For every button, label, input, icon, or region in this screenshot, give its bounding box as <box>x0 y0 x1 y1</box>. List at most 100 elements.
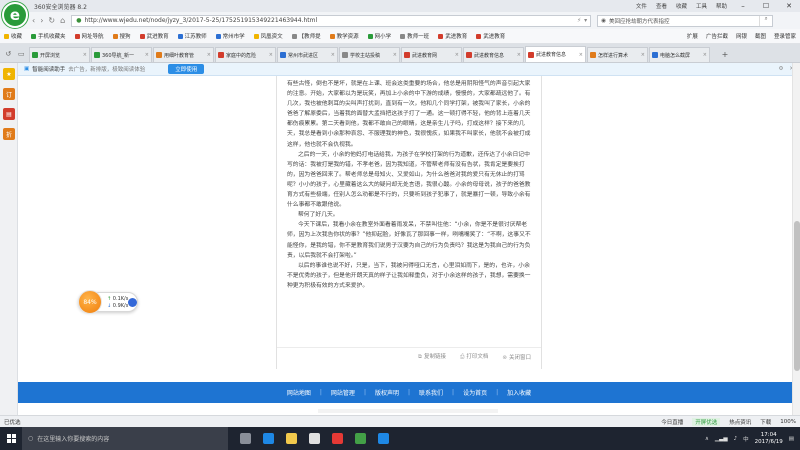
notification-icon[interactable]: ▤ <box>789 436 794 442</box>
360-browser-icon[interactable] <box>355 433 366 444</box>
tab-active[interactable]: 武进教育信息 × <box>525 46 586 62</box>
close-icon[interactable]: ✕ <box>782 2 796 10</box>
tab-close-icon[interactable]: × <box>703 52 707 58</box>
back-icon[interactable]: ‹ <box>32 16 35 25</box>
fav-item[interactable]: 网址导航 <box>74 32 104 40</box>
tab-close-icon[interactable]: × <box>517 52 521 58</box>
edge-icon[interactable] <box>263 433 274 444</box>
fav-item[interactable]: 教师一班 <box>400 32 429 40</box>
menu-file[interactable]: 文件 <box>636 2 647 10</box>
tab[interactable]: 学校主站投稿 × <box>339 47 400 62</box>
scrollbar-thumb[interactable] <box>794 221 800 371</box>
tab[interactable]: 家庭中的危险 × <box>215 47 276 62</box>
bank-button[interactable]: 网银 <box>736 32 747 40</box>
tab[interactable]: 常州市武进区 × <box>277 47 338 62</box>
tab-close-icon[interactable]: × <box>641 52 645 58</box>
menu-tools[interactable]: 工具 <box>696 2 707 10</box>
app-icon[interactable] <box>332 433 343 444</box>
volume-icon[interactable]: ♪ <box>734 436 738 442</box>
menu-help[interactable]: 帮助 <box>716 2 727 10</box>
clock[interactable]: 17:04 2017/6/19 <box>755 432 783 446</box>
zoom-level[interactable]: 100% <box>780 419 796 425</box>
task-view-icon[interactable] <box>240 433 251 444</box>
tab-restore-icon[interactable]: ↺ <box>5 50 11 58</box>
tab-list-icon[interactable]: ▭ <box>18 50 25 58</box>
tab[interactable]: 电脑怎么截屏 × <box>649 47 710 62</box>
scrollbar[interactable] <box>792 63 800 415</box>
tab[interactable]: 开屏浏览 × <box>29 47 90 62</box>
tab-close-icon[interactable]: × <box>579 52 583 58</box>
taskbar-search[interactable]: ○ 在这里输入你要搜索的内容 <box>22 427 228 450</box>
boost-icon[interactable] <box>128 298 137 307</box>
tab-close-icon[interactable]: × <box>207 52 211 58</box>
favorites-star-icon[interactable]: ★ <box>3 68 15 80</box>
photos-icon[interactable] <box>378 433 389 444</box>
start-button[interactable] <box>0 427 22 450</box>
kaiping-button[interactable]: 开屏优选 <box>692 417 721 426</box>
tab[interactable]: 360导航_新一 × <box>91 47 152 62</box>
tab-close-icon[interactable]: × <box>83 52 87 58</box>
browser-logo-icon[interactable]: e <box>2 2 28 28</box>
use-now-button[interactable]: 立即使用 <box>168 64 205 74</box>
network-icon[interactable]: ▁▃▅ <box>715 436 728 442</box>
extensions-button[interactable]: 扩展 <box>687 32 698 40</box>
explorer-icon[interactable] <box>286 433 297 444</box>
live-button[interactable]: 今日直播 <box>661 418 683 426</box>
menu-favorites[interactable]: 收藏 <box>676 2 687 10</box>
news-icon[interactable]: 订 <box>3 88 15 100</box>
close-window-button[interactable]: ⊗ 关闭窗口 <box>502 353 531 361</box>
tab[interactable]: 用细叶教育管 × <box>153 47 214 62</box>
compat-mode-icon[interactable]: ⚡ <box>577 17 581 24</box>
fav-item[interactable]: 武进教育 <box>476 32 505 40</box>
footer-link[interactable]: 加入收藏 <box>507 388 531 397</box>
search-engine-icon[interactable]: ◉ <box>601 18 606 24</box>
fav-item[interactable]: 教学资源 <box>329 32 359 40</box>
tab[interactable]: 武进教育网 × <box>401 47 462 62</box>
screenshot-button[interactable]: 截图 <box>755 32 766 40</box>
news-button[interactable]: 热点资讯 <box>729 418 751 426</box>
tab[interactable]: 武进教育信息 × <box>463 47 524 62</box>
store-icon[interactable] <box>309 433 320 444</box>
fav-item[interactable]: 江苏教师 <box>177 32 207 40</box>
tab-close-icon[interactable]: × <box>455 52 459 58</box>
footer-link[interactable]: 网站管理 <box>331 388 355 397</box>
input-lang[interactable]: 中 <box>743 435 749 443</box>
footer-link[interactable]: 版权声明 <box>375 388 399 397</box>
fav-item[interactable]: 手机收藏夹 <box>31 32 66 40</box>
search-icon[interactable]: ⌕ <box>759 15 772 26</box>
fav-item[interactable]: 网小学 <box>367 32 391 40</box>
fav-item[interactable]: 武进教育 <box>438 32 467 40</box>
fav-item[interactable]: 【教师提 <box>291 32 321 40</box>
new-tab-button[interactable]: + <box>711 47 739 62</box>
favorites-label[interactable]: 收藏 <box>4 32 22 40</box>
login-manager-button[interactable]: 登录管家 <box>774 32 796 40</box>
tab-close-icon[interactable]: × <box>331 52 335 58</box>
dropdown-icon[interactable]: ▾ <box>584 17 587 24</box>
url-input[interactable]: ● http://www.wjedu.net/node/jyzy_3/2017-… <box>71 14 592 27</box>
home-icon[interactable]: ⌂ <box>60 16 65 25</box>
refresh-icon[interactable]: ↻ <box>48 16 55 25</box>
copy-link-button[interactable]: ⧉ 复制链接 <box>418 352 446 361</box>
footer-link[interactable]: 网站地图 <box>287 388 311 397</box>
tab-close-icon[interactable]: × <box>393 52 397 58</box>
menu-view[interactable]: 查看 <box>656 2 667 10</box>
footer-link[interactable]: 设为首页 <box>463 388 487 397</box>
fav-item[interactable]: 常州市学 <box>215 32 245 40</box>
network-speed-widget[interactable]: 84% ↑ 0.1K/s ↓ 0.9K/s <box>78 290 138 314</box>
tab[interactable]: 怎样进行算术 × <box>587 47 648 62</box>
tab-close-icon[interactable]: × <box>145 52 149 58</box>
download-button[interactable]: 下载 <box>760 418 771 426</box>
speed-ball[interactable]: 84% <box>78 290 102 314</box>
fav-item[interactable]: 搜狗 <box>112 32 131 40</box>
tray-arrow-icon[interactable]: ∧ <box>705 436 709 442</box>
minimize-icon[interactable]: – <box>736 2 750 10</box>
print-button[interactable]: ⎙ 打印文档 <box>460 352 488 361</box>
fav-item[interactable]: 武进教育 <box>139 32 169 40</box>
weibo-icon[interactable]: ▤ <box>3 108 15 120</box>
footer-link[interactable]: 联系我们 <box>419 388 443 397</box>
fav-item[interactable]: 凤凰资文 <box>253 32 283 40</box>
forward-icon[interactable]: › <box>40 16 43 25</box>
search-input[interactable]: ◉ 美回应抢劫朝方代表指控 ⌕ <box>597 14 774 27</box>
settings-icon[interactable]: ⚙ <box>778 66 783 72</box>
tab-close-icon[interactable]: × <box>269 52 273 58</box>
